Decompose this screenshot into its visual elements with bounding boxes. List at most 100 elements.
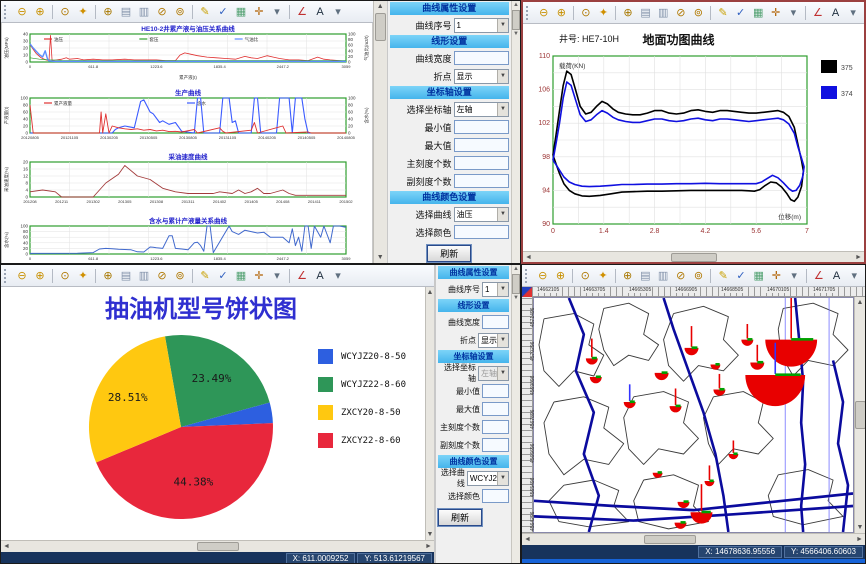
toolbar-overflow-icon[interactable]: ▾ (785, 267, 803, 285)
zoom-select-icon[interactable]: ✦ (595, 4, 613, 22)
scroll-thumb[interactable] (855, 401, 866, 429)
zoom-extent-icon[interactable]: ⊕ (619, 4, 637, 22)
text-tool-icon[interactable]: A (827, 4, 845, 22)
toolbar-overflow2-icon[interactable]: ▾ (844, 4, 862, 22)
toolbar-overflow2-icon[interactable]: ▾ (329, 267, 347, 285)
bl-props-scrollbar[interactable]: ▲ ▼ (511, 265, 520, 563)
br-vscrollbar[interactable]: ▲ ▼ (854, 297, 865, 533)
scroll-right-icon[interactable]: ► (854, 536, 865, 543)
chevron-down-icon[interactable]: ▼ (497, 208, 508, 221)
zoom-next-icon[interactable]: ⊚ (171, 267, 189, 285)
zoom-next-icon[interactable]: ⊚ (690, 4, 708, 22)
min-value-input[interactable] (482, 384, 509, 398)
scroll-left-icon[interactable]: ◄ (1, 543, 12, 550)
scroll-left-icon[interactable]: ◄ (523, 254, 534, 261)
zoom-next-icon[interactable]: ⊚ (171, 3, 189, 21)
curve-width-input[interactable] (454, 51, 509, 65)
curve-color-select[interactable]: 油压▼ (454, 207, 509, 222)
max-value-input[interactable] (482, 402, 509, 416)
chevron-down-icon[interactable]: ▼ (497, 367, 508, 380)
chevron-down-icon[interactable]: ▼ (497, 70, 508, 83)
zoom-in-icon[interactable]: ⊕ (31, 3, 49, 21)
pan-icon[interactable]: ✛ (768, 267, 786, 285)
annotation-tool-icon[interactable]: ∠ (809, 4, 827, 22)
select-arrow-icon[interactable]: ✓ (214, 267, 232, 285)
scroll-thumb[interactable] (644, 535, 696, 544)
map-canvas[interactable] (533, 297, 854, 533)
curve-width-input[interactable] (482, 315, 509, 329)
bl-vscrollbar[interactable]: ▲ ▼ (425, 287, 434, 540)
scroll-thumb[interactable] (197, 542, 239, 551)
zoom-extent-icon[interactable]: ⊕ (99, 3, 117, 21)
toolbar-overflow2-icon[interactable]: ▾ (845, 267, 863, 285)
text-tool-icon[interactable]: A (311, 3, 329, 21)
zoom-previous-icon[interactable]: ⊘ (153, 3, 171, 21)
thumbnail-map-icon[interactable]: ▦ (232, 267, 250, 285)
curve-color-select[interactable]: WCYJ2▼ (467, 471, 509, 486)
magnifier-icon[interactable]: ⊙ (56, 267, 74, 285)
chevron-down-icon[interactable]: ▼ (497, 103, 508, 116)
zoom-in-icon[interactable]: ⊕ (552, 267, 570, 285)
scroll-thumb[interactable] (671, 253, 717, 262)
zoom-previous-icon[interactable]: ⊘ (672, 267, 690, 285)
major-tick-count-input[interactable] (482, 420, 509, 434)
bl-hscrollbar[interactable]: ◄ ► (1, 540, 434, 552)
annotation-tool-icon[interactable]: ∠ (293, 3, 311, 21)
measure-icon[interactable]: ✎ (714, 267, 732, 285)
tr-hscrollbar[interactable]: ◄ ► (523, 251, 864, 263)
chevron-down-icon[interactable]: ▼ (497, 472, 508, 485)
color-pick-input[interactable] (482, 489, 509, 503)
scroll-right-icon[interactable]: ► (853, 254, 864, 261)
thumbnail-map-icon[interactable]: ▦ (750, 267, 768, 285)
zoom-out-icon[interactable]: ⊖ (13, 267, 31, 285)
axis-select[interactable]: 左轴▼ (454, 102, 509, 117)
refresh-button[interactable]: 刷新 (427, 245, 471, 262)
curve-index-select[interactable]: 1▼ (482, 282, 509, 297)
br-hscrollbar[interactable]: ◄ ► (522, 533, 865, 545)
chevron-down-icon[interactable]: ▼ (497, 19, 508, 32)
tl-props-scrollbar[interactable]: ▲ ▼ (511, 1, 520, 263)
select-arrow-icon[interactable]: ✓ (214, 3, 232, 21)
pan-icon[interactable]: ✛ (767, 4, 785, 22)
pan-icon[interactable]: ✛ (250, 3, 268, 21)
layout-vertical-icon[interactable]: ▥ (135, 3, 153, 21)
measure-icon[interactable]: ✎ (196, 3, 214, 21)
layout-vertical-icon[interactable]: ▥ (654, 267, 672, 285)
magnifier-icon[interactable]: ⊙ (56, 3, 74, 21)
layout-horizontal-icon[interactable]: ▤ (117, 3, 135, 21)
minor-tick-count-input[interactable] (482, 438, 509, 452)
zoom-select-icon[interactable]: ✦ (74, 267, 92, 285)
scroll-down-icon[interactable]: ▼ (857, 522, 864, 533)
scroll-down-icon[interactable]: ▼ (513, 294, 519, 303)
measure-icon[interactable]: ✎ (714, 4, 732, 22)
layout-horizontal-icon[interactable]: ▤ (636, 267, 654, 285)
scroll-up-icon[interactable]: ▲ (427, 287, 434, 298)
scroll-up-icon[interactable]: ▲ (857, 297, 864, 308)
layout-horizontal-icon[interactable]: ▤ (117, 267, 135, 285)
scroll-up-icon[interactable]: ▲ (513, 265, 519, 274)
thumbnail-map-icon[interactable]: ▦ (749, 4, 767, 22)
toolbar-overflow2-icon[interactable]: ▾ (329, 3, 347, 21)
tl-charts-scrollbar[interactable]: ▲ ▼ (373, 1, 387, 263)
scroll-thumb[interactable] (512, 274, 520, 294)
magnifier-icon[interactable]: ⊙ (577, 4, 595, 22)
toolbar-overflow-icon[interactable]: ▾ (785, 4, 803, 22)
layout-horizontal-icon[interactable]: ▤ (637, 4, 655, 22)
scroll-right-icon[interactable]: ► (423, 543, 434, 550)
major-tick-count-input[interactable] (454, 156, 509, 170)
layout-vertical-icon[interactable]: ▥ (654, 4, 672, 22)
annotation-tool-icon[interactable]: ∠ (810, 267, 828, 285)
scroll-up-icon[interactable]: ▲ (513, 1, 519, 10)
chevron-down-icon[interactable]: ▼ (497, 334, 508, 347)
zoom-select-icon[interactable]: ✦ (74, 3, 92, 21)
select-arrow-icon[interactable]: ✓ (732, 4, 750, 22)
layout-vertical-icon[interactable]: ▥ (135, 267, 153, 285)
chevron-down-icon[interactable]: ▼ (497, 283, 508, 296)
min-value-input[interactable] (454, 120, 509, 134)
zoom-out-icon[interactable]: ⊖ (535, 4, 553, 22)
zoom-out-icon[interactable]: ⊖ (13, 3, 31, 21)
scroll-up-icon[interactable]: ▲ (377, 1, 384, 12)
toolbar-overflow-icon[interactable]: ▾ (268, 267, 286, 285)
zoom-in-icon[interactable]: ⊕ (553, 4, 571, 22)
zoom-extent-icon[interactable]: ⊕ (619, 267, 637, 285)
